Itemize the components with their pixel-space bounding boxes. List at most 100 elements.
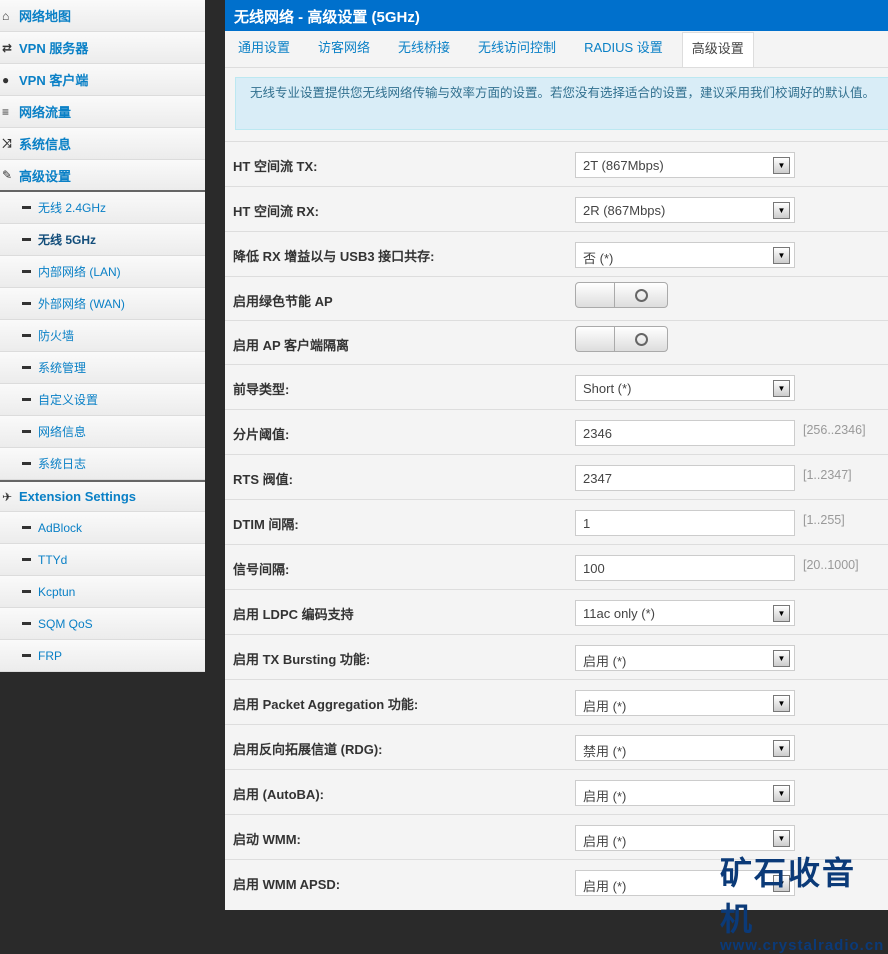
setting-input[interactable]: 2346	[575, 420, 795, 446]
sidebar-subitem[interactable]: 外部网络 (WAN)	[0, 288, 205, 320]
sidebar-item-0[interactable]: ⌂ 网络地图	[0, 0, 205, 32]
main-panel: 无线网络 - 高级设置 (5GHz) 通用设置 访客网络 无线桥接 无线访问控制 RAD…	[225, 0, 888, 910]
tab-0[interactable]: 通用设置	[229, 32, 299, 67]
plane-icon: ✈	[2, 489, 13, 504]
sidebar-subitem[interactable]: Kcptun	[0, 576, 205, 608]
circle-icon	[635, 333, 648, 346]
page-title: 无线网络 - 高级设置 (5GHz)	[225, 0, 888, 31]
sidebar-subitem[interactable]: 系统管理	[0, 352, 205, 384]
setting-select[interactable]: 启用 (*) ▼	[575, 690, 795, 716]
dash-icon	[22, 270, 31, 273]
setting-label: 启用 WMM APSD:	[233, 877, 341, 892]
sidebar-subitem-label: 内部网络 (LAN)	[38, 265, 121, 279]
dash-icon	[22, 334, 31, 337]
sidebar-subitem[interactable]: 系统日志	[0, 448, 205, 480]
setting-row: 降低 RX 增益以与 USB3 接口共存: 否 (*) ▼	[225, 231, 888, 276]
setting-select[interactable]: 启用 (*) ▼	[575, 645, 795, 671]
tab-2[interactable]: 无线桥接	[389, 32, 459, 67]
wrench-icon: ✎	[2, 168, 13, 182]
setting-select[interactable]: 2R (867Mbps) ▼	[575, 197, 795, 223]
dash-icon	[22, 206, 31, 209]
chevron-down-icon: ▼	[773, 785, 790, 802]
select-value: 启用 (*)	[583, 789, 627, 804]
setting-row: 分片阈值: 2346 [256..2346]	[225, 409, 888, 454]
setting-select[interactable]: Short (*) ▼	[575, 375, 795, 401]
tab-4[interactable]: RADIUS 设置	[575, 32, 672, 67]
sidebar-subitem-label: 系统日志	[38, 457, 87, 471]
chevron-down-icon: ▼	[773, 695, 790, 712]
range-hint: [20..1000]	[803, 558, 859, 572]
setting-input[interactable]: 100	[575, 555, 795, 581]
sidebar-subitem[interactable]: 内部网络 (LAN)	[0, 256, 205, 288]
dash-icon	[22, 558, 31, 561]
sidebar-subitem[interactable]: 网络信息	[0, 416, 205, 448]
dash-icon	[22, 462, 31, 465]
sidebar-subitem[interactable]: TTYd	[0, 544, 205, 576]
sidebar-item-2[interactable]: ● VPN 客户端	[0, 64, 205, 96]
toggle-switch[interactable]	[575, 326, 668, 352]
watermark-url: www.crystalradio.cn	[720, 937, 885, 954]
info-box: 无线专业设置提供您无线网络传输与效率方面的设置。若您没有选择适合的设置，建议采用…	[235, 77, 888, 130]
sidebar-item-1[interactable]: ⇄ VPN 服务器	[0, 32, 205, 64]
chevron-down-icon: ▼	[773, 605, 790, 622]
sidebar-item-label: 网络地图	[19, 9, 72, 24]
chevron-down-icon: ▼	[773, 247, 790, 264]
home-icon: ⌂	[2, 8, 10, 23]
setting-row: 启用 Packet Aggregation 功能: 启用 (*) ▼	[225, 679, 888, 724]
input-value: 100	[583, 561, 605, 576]
dash-icon	[22, 366, 31, 369]
setting-select[interactable]: 禁用 (*) ▼	[575, 735, 795, 761]
sidebar-subitem[interactable]: SQM QoS	[0, 608, 205, 640]
sidebar-item-5[interactable]: ✎ 高级设置	[0, 160, 205, 192]
sidebar-subitem[interactable]: 防火墙	[0, 320, 205, 352]
input-value: 2347	[583, 471, 612, 486]
dash-icon	[22, 430, 31, 433]
input-value: 2346	[583, 426, 612, 441]
setting-label: 启用 (AutoBA):	[233, 787, 324, 802]
sidebar-subitem[interactable]: 无线 2.4GHz	[0, 192, 205, 224]
sidebar-subitem-label: 无线 2.4GHz	[38, 201, 107, 215]
chevron-down-icon: ▼	[773, 650, 790, 667]
setting-label: 启用绿色节能 AP	[233, 294, 333, 309]
input-value: 1	[583, 516, 591, 531]
toggle-switch[interactable]	[575, 282, 668, 308]
setting-label: 启用 TX Bursting 功能:	[233, 652, 371, 667]
setting-input[interactable]: 1	[575, 510, 795, 536]
sidebar-subitem-label: 外部网络 (WAN)	[38, 297, 125, 311]
sidebar-item-4[interactable]: ⤨ 系统信息	[0, 128, 205, 160]
sidebar-subitem[interactable]: AdBlock	[0, 512, 205, 544]
select-value: 启用 (*)	[583, 654, 627, 669]
watermark: 矿石收音机 www.crystalradio.cn	[720, 848, 888, 954]
setting-label: 前导类型:	[233, 382, 290, 397]
setting-select[interactable]: 否 (*) ▼	[575, 242, 795, 268]
sidebar-subitem[interactable]: 自定义设置	[0, 384, 205, 416]
dash-icon	[22, 590, 31, 593]
select-value: Short (*)	[583, 381, 632, 396]
setting-label: 降低 RX 增益以与 USB3 接口共存:	[233, 249, 435, 264]
sidebar-subitem-label: 自定义设置	[38, 393, 99, 407]
setting-label: 启用反向拓展信道 (RDG):	[233, 742, 383, 757]
tab-5[interactable]: 高级设置	[681, 32, 754, 67]
setting-row: 信号间隔: 100 [20..1000]	[225, 544, 888, 589]
setting-label: RTS 阀值:	[233, 472, 293, 487]
sidebar-item-extension-settings[interactable]: ✈ Extension Settings	[0, 480, 205, 512]
setting-select[interactable]: 2T (867Mbps) ▼	[575, 152, 795, 178]
sidebar-subitem[interactable]: FRP	[0, 640, 205, 672]
setting-select[interactable]: 11ac only (*) ▼	[575, 600, 795, 626]
tab-3[interactable]: 无线访问控制	[469, 32, 565, 67]
globe-icon: ●	[2, 72, 10, 87]
list-icon: ≡	[2, 104, 10, 119]
settings-form: HT 空间流 TX: 2T (867Mbps) ▼ HT 空间流 RX: 2R (867…	[225, 141, 888, 904]
setting-label: 启用 LDPC 编码支持	[233, 607, 354, 622]
sidebar: ⌂ 网络地图 ⇄ VPN 服务器 ● VPN 客户端 ≡ 网络流量 ⤨ 系统信息 ✎ 高级设置无线 2…	[0, 0, 205, 672]
tab-bar: 通用设置 访客网络 无线桥接 无线访问控制 RADIUS 设置 高级设置	[225, 31, 888, 68]
sidebar-item-3[interactable]: ≡ 网络流量	[0, 96, 205, 128]
setting-row: DTIM 间隔: 1 [1..255]	[225, 499, 888, 544]
setting-select[interactable]: 启用 (*) ▼	[575, 780, 795, 806]
dash-icon	[22, 526, 31, 529]
sidebar-subitem-label: AdBlock	[38, 520, 83, 535]
sidebar-subitem[interactable]: 无线 5GHz	[0, 224, 205, 256]
tab-1[interactable]: 访客网络	[309, 32, 379, 67]
setting-row: 启用反向拓展信道 (RDG): 禁用 (*) ▼	[225, 724, 888, 769]
setting-input[interactable]: 2347	[575, 465, 795, 491]
